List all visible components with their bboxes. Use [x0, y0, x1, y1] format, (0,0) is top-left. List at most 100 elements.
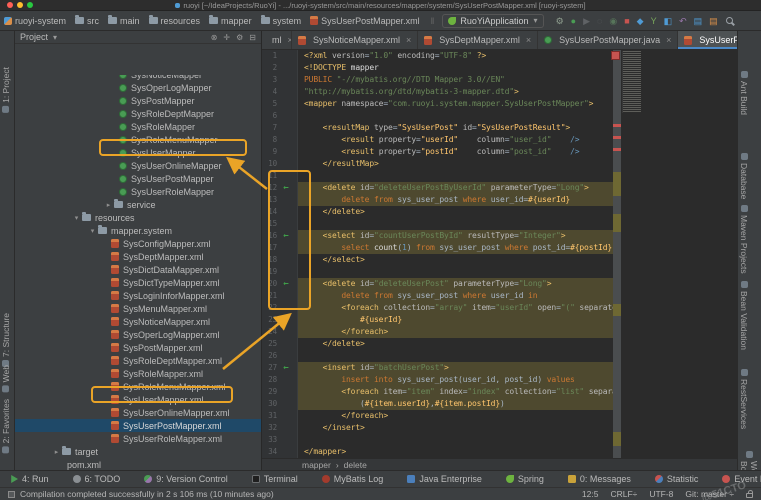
code-line[interactable]: 17 select count(1) from sys_user_post wh…	[262, 242, 613, 254]
tree-item-sysuserpostmapper[interactable]: SysUserPostMapper	[15, 172, 261, 185]
tab-ml[interactable]: ml×	[262, 31, 292, 49]
attach-button[interactable]: ◌	[597, 16, 602, 26]
code-line[interactable]: 11	[262, 170, 613, 182]
breadcrumb-item[interactable]: SysUserPostMapper.xml	[310, 16, 420, 26]
code-line[interactable]: 8 <result property="userId" column="user…	[262, 134, 613, 146]
line-separator-widget[interactable]: CRLF÷	[610, 489, 637, 499]
tool-window-button-4-run[interactable]: 4: Run	[10, 474, 49, 484]
make-project-button[interactable]: ⚙	[556, 16, 564, 26]
caret-position-widget[interactable]: 12:5	[582, 489, 599, 499]
navigate-to-interface-icon[interactable]: ←	[277, 230, 295, 242]
tree-item-mapper-system[interactable]: ▾mapper.system	[15, 224, 261, 237]
search-everywhere-icon[interactable]	[726, 17, 733, 24]
code-line[interactable]: 1<?xml version="1.0" encoding="UTF-8" ?>	[262, 50, 613, 62]
code-line[interactable]: 23 #{userId}	[262, 314, 613, 326]
breadcrumb-item[interactable]: ruoyi-system	[4, 16, 66, 26]
hide-icon[interactable]: ⊟	[249, 33, 256, 42]
debug-button[interactable]: ▶	[583, 16, 590, 26]
code-line[interactable]: 21 delete from sys_user_post where user_…	[262, 290, 613, 302]
code-line[interactable]: 16← <select id="countUserPostById" resul…	[262, 230, 613, 242]
code-line[interactable]: 15	[262, 218, 613, 230]
code-line[interactable]: 5<mapper namespace="com.ruoyi.system.map…	[262, 98, 613, 110]
run-button[interactable]: ●	[571, 16, 576, 26]
tree-item-service[interactable]: ▸service	[15, 198, 261, 211]
tree-item-sysusermapper[interactable]: SysUserMapper	[15, 146, 261, 159]
code-line[interactable]: 18 </select>	[262, 254, 613, 266]
code-line[interactable]: 33	[262, 434, 613, 446]
tree-item-sysmenumapper-xml[interactable]: SysMenuMapper.xml	[15, 302, 261, 315]
tree-item-sysroledeptmapper-xml[interactable]: SysRoleDeptMapper.xml	[15, 354, 261, 367]
tree-item-sysuserpostmapper-xml[interactable]: SysUserPostMapper.xml	[15, 419, 261, 432]
editor-scrollbar[interactable]	[613, 50, 621, 458]
tool-window-button-java-enterprise[interactable]: Java Enterprise	[407, 474, 482, 484]
chevron-down-icon[interactable]: ▾	[53, 33, 57, 42]
code-line[interactable]: 10 </resultMap>	[262, 158, 613, 170]
chevron-down-icon[interactable]: ▾	[87, 227, 98, 235]
tool-button-restservices[interactable]: RestServices	[739, 369, 749, 429]
code-line[interactable]: 6	[262, 110, 613, 122]
tool-window-button-statistic[interactable]: Statistic	[655, 474, 699, 484]
tool-window-button-mybatis-log[interactable]: MyBatis Log	[322, 474, 384, 484]
tab-sysnoticemapper-xml[interactable]: SysNoticeMapper.xml×	[292, 31, 418, 49]
structural-search-button[interactable]: ◆	[637, 16, 644, 26]
tool-button-1-project[interactable]: 1: Project	[1, 67, 11, 113]
tree-item-sysuserrolemapper[interactable]: SysUserRoleMapper	[15, 185, 261, 198]
tree-item-target[interactable]: ▸target	[15, 445, 261, 458]
code-line[interactable]: 7 <resultMap type="SysUserPost" id="SysU…	[262, 122, 613, 134]
code-line[interactable]: 25 </delete>	[262, 338, 613, 350]
code-line[interactable]: 22 <foreach collection="array" item="use…	[262, 302, 613, 314]
code-line[interactable]: 2<!DOCTYPE mapper	[262, 62, 613, 74]
encoding-widget[interactable]: UTF-8	[649, 489, 673, 499]
settings-icon[interactable]: ⚙	[236, 33, 243, 42]
tool-button-maven-projects[interactable]: Maven Projects	[739, 205, 749, 274]
tool-button-7-structure[interactable]: 7: Structure	[1, 313, 11, 367]
tree-item-sysusermapper-xml[interactable]: SysUserMapper.xml	[15, 393, 261, 406]
tree-item-sysrolemapper-xml[interactable]: SysRoleMapper.xml	[15, 367, 261, 380]
tool-button-bean-validation[interactable]: Bean Validation	[739, 281, 749, 350]
tree-item-sysoperlogmapper-xml[interactable]: SysOperLogMapper.xml	[15, 328, 261, 341]
tree-item-sysrolemenumapper[interactable]: SysRoleMenuMapper	[15, 133, 261, 146]
tool-window-button-terminal[interactable]: Terminal	[252, 474, 298, 484]
breadcrumb-item[interactable]: main	[108, 16, 140, 26]
tab-sysuserpostmapper-java[interactable]: SysUserPostMapper.java×	[538, 31, 678, 49]
tool-window-button-0-messages[interactable]: 0: Messages	[568, 474, 631, 484]
tree-item-sysconfigmapper-xml[interactable]: SysConfigMapper.xml	[15, 237, 261, 250]
code-line[interactable]: 31 </foreach>	[262, 410, 613, 422]
tool-window-button-spring[interactable]: Spring	[506, 474, 544, 484]
breadcrumb-item[interactable]: resources	[149, 16, 201, 26]
editor-breadcrumb-item[interactable]: mapper	[302, 460, 331, 470]
code-line[interactable]: 24 </foreach>	[262, 326, 613, 338]
tree-item-sysnoticemapper-xml[interactable]: SysNoticeMapper.xml	[15, 315, 261, 328]
close-icon[interactable]: ×	[666, 35, 671, 45]
tree-item-sysuseronlinemapper[interactable]: SysUserOnlineMapper	[15, 159, 261, 172]
code-line[interactable]: 32 </insert>	[262, 422, 613, 434]
tree-item-pom-xml[interactable]: pom.xml	[15, 458, 261, 470]
tool-button-web[interactable]: Web	[1, 365, 11, 392]
git-branch-widget[interactable]: Git: master ÷	[685, 489, 734, 499]
close-icon[interactable]: ×	[526, 35, 531, 45]
editor-breadcrumb-item[interactable]: delete	[344, 460, 367, 470]
tree-item-syspostmapper[interactable]: SysPostMapper	[15, 94, 261, 107]
tree-item-sysroledeptmapper[interactable]: SysRoleDeptMapper	[15, 107, 261, 120]
navigate-to-interface-icon[interactable]: ←	[277, 362, 295, 374]
stop-button[interactable]: ■	[624, 16, 629, 26]
undo-button[interactable]: ↶	[679, 16, 687, 26]
tree-item-sysoperlogmapper[interactable]: SysOperLogMapper	[15, 81, 261, 94]
vcs-branch-button[interactable]: Y	[651, 16, 657, 26]
code-line[interactable]: 29 <foreach item="item" index="index" co…	[262, 386, 613, 398]
code-line[interactable]: 30 (#{item.userId},#{item.postId})	[262, 398, 613, 410]
tool-window-button-event-log[interactable]: Event Log	[722, 474, 761, 484]
tree-item-syspostmapper-xml[interactable]: SysPostMapper.xml	[15, 341, 261, 354]
recent-files-button[interactable]: ▤	[709, 16, 718, 26]
code-line[interactable]: 13 delete from sys_user_post where user_…	[262, 194, 613, 206]
code-line[interactable]: 3PUBLIC "-//mybatis.org//DTD Mapper 3.0/…	[262, 74, 613, 86]
breadcrumb-item[interactable]: mapper	[209, 16, 252, 26]
chevron-right-icon[interactable]: ▸	[51, 448, 62, 456]
breadcrumb-item[interactable]: system	[261, 16, 302, 26]
tool-button-database[interactable]: Database	[739, 153, 749, 199]
tool-window-button-6-todo[interactable]: 6: TODO	[73, 474, 121, 484]
tree-item-sysdicttypemapper-xml[interactable]: SysDictTypeMapper.xml	[15, 276, 261, 289]
code-line[interactable]: 19	[262, 266, 613, 278]
breadcrumb-item[interactable]: src	[75, 16, 99, 26]
close-icon[interactable]: ×	[406, 35, 411, 45]
